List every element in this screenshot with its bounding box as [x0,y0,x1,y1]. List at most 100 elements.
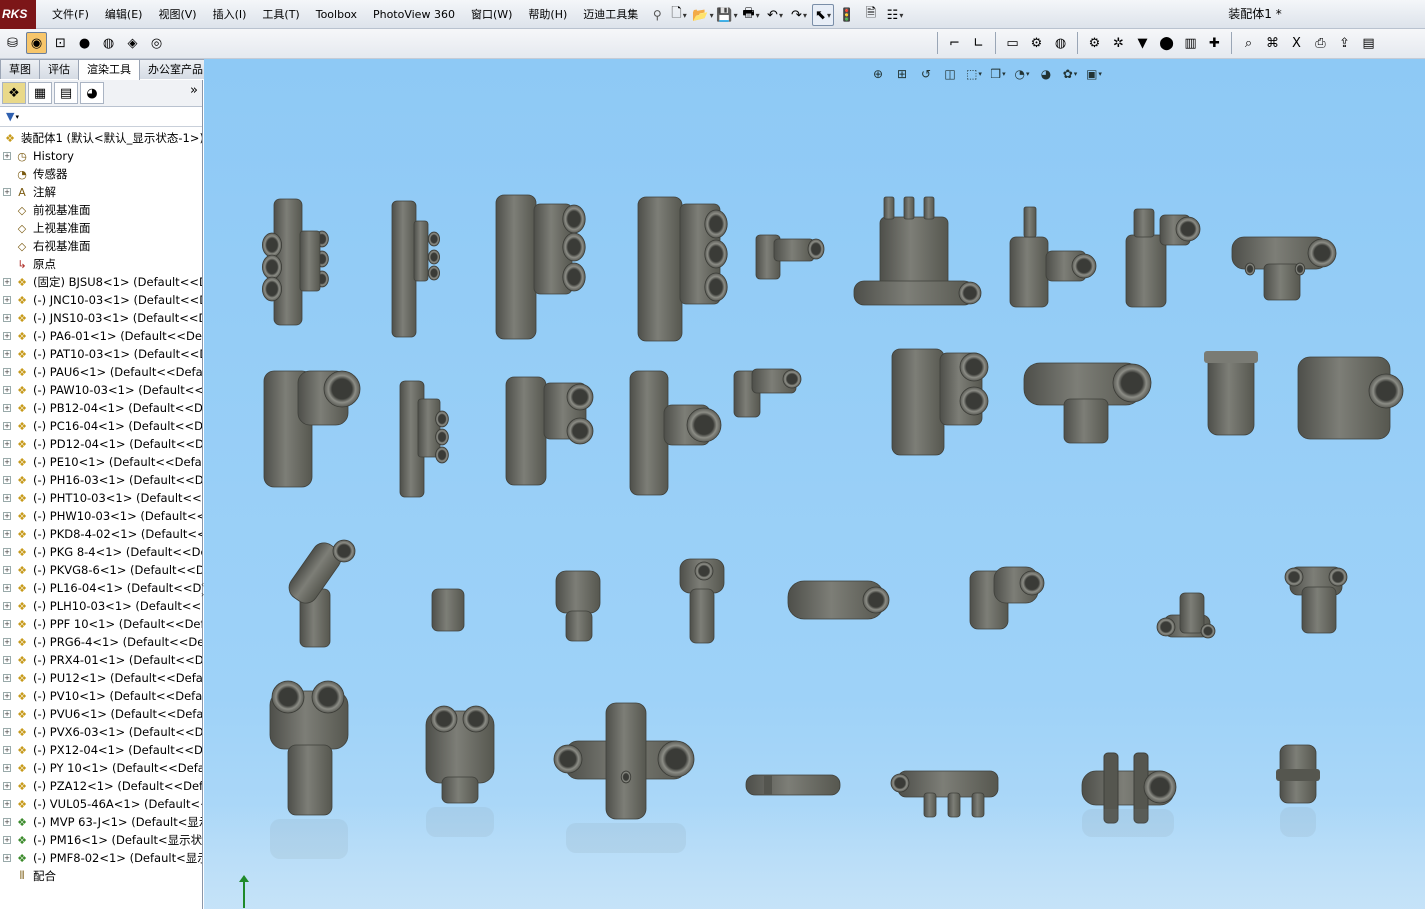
menu-item-8[interactable]: 帮助(H) [520,0,575,29]
expand-toggle-icon[interactable]: + [3,548,11,556]
tree-component-item[interactable]: + ❖ (-) JNS10-03<1> (Default<<Default [0,309,202,327]
tree-component-item[interactable]: + ❖ (-) PVX6-03<1> (Default<<Default [0,723,202,741]
tree-filter[interactable]: ▼ ▾ [0,107,202,127]
chevron-down-icon[interactable]: ▾ [734,11,738,20]
fitting-valve-6[interactable] [853,196,982,306]
tree-item[interactable]: ◇ 前视基准面 [0,201,202,219]
tree-component-item[interactable]: + ❖ (-) PL16-04<1> (Default<<Default [0,579,202,597]
tree-component-item[interactable]: + ❖ (-) PLH10-03<1> (Default<<Default [0,597,202,615]
fitting-y-28[interactable] [425,705,495,804]
tree-component-item[interactable]: + ❖ (-) PE10<1> (Default<<Default [0,453,202,471]
tree-component-item[interactable]: + ❖ (-) PX12-04<1> (Default<<Default [0,741,202,759]
file-properties-button[interactable]: 🗎 [860,4,882,26]
expand-toggle-icon[interactable]: + [3,458,11,466]
fitting-angle-19[interactable] [284,538,356,648]
angle-button[interactable]: ∟ [968,32,989,54]
tree-component-item[interactable]: + ❖ (-) PY 10<1> (Default<<Default [0,759,202,777]
printer-button[interactable]: ⎙ [1310,32,1331,54]
appearance-ball-button[interactable]: ● [74,32,95,54]
tab-1[interactable]: 评估 [39,59,79,79]
tree-component-item[interactable]: + ❖ (-) PH16-03<1> (Default<<Default [0,471,202,489]
expand-toggle-icon[interactable]: + [3,692,11,700]
display-manager-tab[interactable]: ◕ [80,82,104,104]
fitting-y-27[interactable] [269,680,349,816]
expand-toggle-icon[interactable]: + [3,620,11,628]
database-button[interactable]: ⛁ [2,32,23,54]
expand-toggle-icon[interactable]: + [3,728,11,736]
expand-toggle-icon[interactable]: + [3,836,11,844]
expand-toggle-icon[interactable]: + [3,386,11,394]
fitting-tee-13[interactable] [629,370,722,496]
chevron-down-icon[interactable]: ▾ [683,11,687,20]
tree-component-item[interactable]: + ❖ (-) PD12-04<1> (Default<<Default [0,435,202,453]
propertymanager-tab[interactable]: ▦ [28,82,52,104]
export-button[interactable]: ⇪ [1334,32,1355,54]
fitting-plug-20[interactable] [431,588,465,632]
expand-toggle-icon[interactable]: + [3,674,11,682]
tree-component-item[interactable]: + ❖ (-) VUL05-46A<1> (Default<<Default [0,795,202,813]
fitting-elbow-5[interactable] [755,234,825,280]
fitting-tube-30[interactable] [745,774,841,796]
binoculars-button[interactable]: ⌘ [1262,32,1283,54]
redo-button[interactable]: ↷ ▾ [788,4,810,26]
tree-component-item[interactable]: + ❖ (-) PPF 10<1> (Default<<Default [0,615,202,633]
menu-item-2[interactable]: 视图(V) [150,0,204,29]
cross-button[interactable]: ✚ [1204,32,1225,54]
fitting-flow-8[interactable] [1125,208,1201,308]
filter-dropdown-icon[interactable]: ▾ [15,113,19,121]
tree-component-item[interactable]: + ❖ (-) PRG6-4<1> (Default<<Default [0,633,202,651]
expand-toggle-icon[interactable]: + [3,314,11,322]
expand-toggle-icon[interactable]: + [3,854,11,862]
tree-component-item[interactable]: + ❖ (-) PC16-04<1> (Default<<Default [0,417,202,435]
expand-toggle-icon[interactable]: + [3,512,11,520]
open-folder-button[interactable]: 📂 ▾ [692,4,714,26]
fitting-bulkhead-33[interactable] [1276,744,1320,804]
undo-button[interactable]: ↶ ▾ [764,4,786,26]
ruler-button[interactable]: ⌐ [944,32,965,54]
render-tools-button[interactable]: ◉ [26,32,47,54]
tree-component-item[interactable]: + ❖ (-) PAT10-03<1> (Default<<Default [0,345,202,363]
menu-item-0[interactable]: 文件(F) [44,0,97,29]
featuremanager-tree-tab[interactable]: ❖ [2,82,26,104]
tree-item[interactable]: ⫴ 配合 [0,867,202,885]
tree-component-item[interactable]: + ❖ (-) PMF8-02<1> (Default<显示状态 [0,849,202,867]
fitting-manifold-1[interactable] [262,198,329,326]
tree-component-item[interactable]: + ❖ (-) PKG 8-4<1> (Default<<Default [0,543,202,561]
chevron-down-icon[interactable]: ▾ [803,11,807,20]
tree-component-item[interactable]: + ❖ (-) JNC10-03<1> (Default<<Default [0,291,202,309]
fitting-elbow-10[interactable] [263,370,361,488]
menu-item-6[interactable]: PhotoView 360 [365,0,463,29]
menu-item-9[interactable]: 迈迪工具集 [575,0,646,29]
tree-component-item[interactable]: + ❖ (-) PKD8-4-02<1> (Default<<Default [0,525,202,543]
fitting-branch-15[interactable] [891,348,989,456]
expand-toggle-icon[interactable]: + [3,530,11,538]
select-cursor-button[interactable]: ⬉ ▾ [812,4,834,26]
expand-toggle-icon[interactable]: + [3,800,11,808]
menu-item-7[interactable]: 窗口(W) [463,0,520,29]
rebuild-traffic-light-button[interactable]: 🚦 [836,4,858,26]
expand-toggle-icon[interactable]: + [3,152,11,160]
excel-button[interactable]: X [1286,32,1307,54]
tree-item[interactable]: ◇ 上视基准面 [0,219,202,237]
expand-toggle-icon[interactable]: + [3,278,11,286]
tree-component-item[interactable]: + ❖ (-) PU12<1> (Default<<Default [0,669,202,687]
tab-3[interactable]: 办公室产品 [139,59,212,79]
tree-component-item[interactable]: + ❖ (-) PVU6<1> (Default<<Default [0,705,202,723]
tree-item[interactable]: + A 注解 [0,183,202,201]
tree-item[interactable]: ◇ 右视基准面 [0,237,202,255]
fitting-reducer-21[interactable] [555,570,601,642]
expand-toggle-icon[interactable]: + [3,332,11,340]
fitting-elbow-14[interactable] [733,368,802,418]
expand-toggle-icon[interactable]: + [3,188,11,196]
filter-icon[interactable]: ▼ [6,110,14,123]
fitting-manifold-31[interactable] [890,770,999,818]
configurationmanager-tab[interactable]: ▤ [54,82,78,104]
tree-component-item[interactable]: + ❖ (-) PKVG8-6<1> (Default<<Default [0,561,202,579]
fitting-branch-4[interactable] [637,196,728,342]
tab-2[interactable]: 渲染工具 [78,59,140,80]
tree-component-item[interactable]: + ❖ (固定) BJSU8<1> (Default<<Default [0,273,202,291]
tree-component-item[interactable]: + ❖ (-) PHW10-03<1> (Default<<Default [0,507,202,525]
fitting-branch-3[interactable] [495,194,586,340]
expand-toggle-icon[interactable]: + [3,782,11,790]
menu-item-5[interactable]: Toolbox [308,0,365,29]
